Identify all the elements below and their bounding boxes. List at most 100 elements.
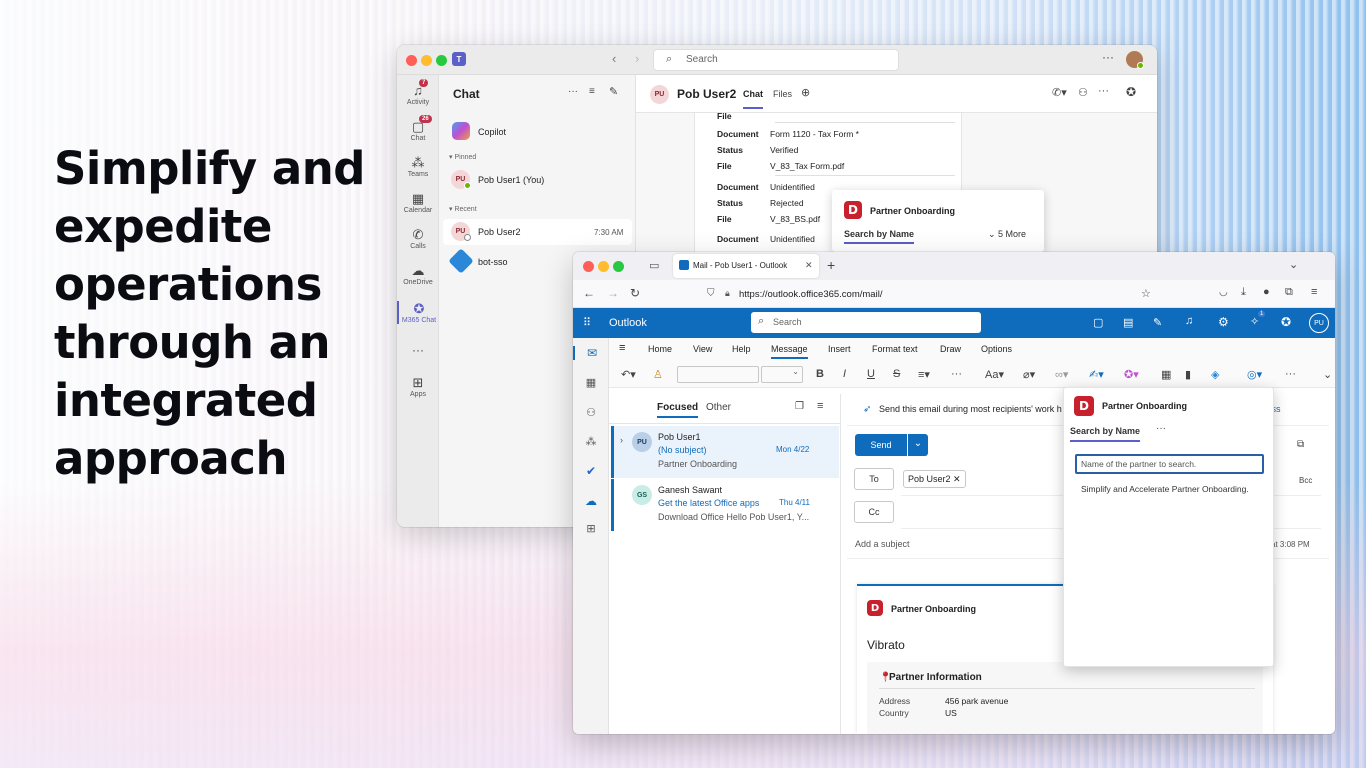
more-options-icon[interactable]: ··· <box>1098 85 1109 97</box>
remove-recipient-icon[interactable]: ✕ <box>953 474 961 484</box>
underline-icon[interactable]: U <box>867 368 875 380</box>
ribbon-tab-view[interactable]: View <box>693 344 712 354</box>
filter-icon[interactable]: ≡ <box>817 400 823 412</box>
ribbon-tab-draw[interactable]: Draw <box>940 344 961 354</box>
groups-icon[interactable]: ⁂ <box>573 435 609 448</box>
todo-check-icon[interactable]: ✔ <box>573 464 609 478</box>
browser-tab-outlook[interactable]: Mail - Pob User1 - Outlook ✕ <box>673 254 819 278</box>
link-icon[interactable]: ∞▾ <box>1055 368 1068 381</box>
send-button[interactable]: Send <box>855 434 907 456</box>
chevron-down-icon[interactable]: ⌄ <box>1289 258 1298 271</box>
undo-icon[interactable]: ↶▾ <box>621 368 636 381</box>
copilot-icon[interactable]: ✪▾ <box>1124 368 1139 381</box>
new-tab-icon[interactable]: + <box>827 257 835 273</box>
close-window-button[interactable] <box>583 261 594 272</box>
filter-icon[interactable]: ≡ <box>589 86 595 97</box>
word-icon[interactable]: ▤ <box>1123 316 1133 329</box>
teams-chat-icon[interactable]: ▢ <box>1093 316 1103 329</box>
tab-search-by-name[interactable]: Search by Name <box>844 229 915 244</box>
minimize-window-button[interactable] <box>598 261 609 272</box>
people-icon[interactable]: ⚇ <box>573 406 609 419</box>
bcc-button[interactable]: Bcc <box>1299 476 1312 485</box>
subject-input[interactable]: Add a subject <box>855 539 910 549</box>
copilot-icon[interactable]: ✪ <box>1281 315 1291 329</box>
calendar-icon[interactable]: ▦ <box>573 376 609 389</box>
chat-item-pob-user2[interactable]: PU Pob User2 7:30 AM <box>443 219 632 245</box>
people-icon[interactable]: ⚇ <box>1078 86 1088 99</box>
tab-other[interactable]: Other <box>706 402 731 413</box>
bookmark-star-icon[interactable]: ☆ <box>1141 287 1151 300</box>
partner-search-input[interactable]: Name of the partner to search. <box>1075 454 1264 474</box>
ribbon-tab-message[interactable]: Message <box>771 344 808 359</box>
download-icon[interactable]: ⤓ <box>1241 286 1246 299</box>
line-spacing-icon[interactable]: ≡▾ <box>918 368 930 381</box>
more-options-icon[interactable]: ··· <box>1102 50 1114 64</box>
outlook-search-input[interactable]: ⌕ Search <box>751 312 981 333</box>
tab-focused[interactable]: Focused <box>657 402 699 418</box>
ribbon-tab-help[interactable]: Help <box>732 344 751 354</box>
maximize-window-button[interactable] <box>436 55 447 66</box>
bell-icon[interactable]: ♫ <box>1185 315 1193 327</box>
teams-search-input[interactable]: ⌕ Search <box>653 49 899 71</box>
forward-arrow-icon[interactable]: → <box>607 286 619 300</box>
copilot-chat-item[interactable]: Copilot <box>443 119 632 145</box>
lightbulb-icon[interactable]: ✧ <box>1250 315 1259 328</box>
attach-icon[interactable]: ⌀▾ <box>1023 368 1035 381</box>
rail-teams[interactable]: ⁂ Teams <box>397 155 439 178</box>
extensions-icon[interactable]: ⧉ <box>1285 286 1293 299</box>
tab-chat[interactable]: Chat <box>743 89 763 109</box>
pop-out-icon[interactable]: ⧉ <box>1297 439 1304 450</box>
font-family-select[interactable] <box>677 366 759 383</box>
hamburger-menu-icon[interactable]: ≡ <box>619 342 625 354</box>
tab-overview-icon[interactable]: ▭ <box>649 259 659 272</box>
rail-onedrive[interactable]: ☁ OneDrive <box>397 263 439 286</box>
more-tabs-button[interactable]: ⌄ 5 More <box>988 229 1026 240</box>
back-arrow-icon[interactable]: ← <box>583 286 595 300</box>
more-apps-icon[interactable]: ··· <box>397 343 439 357</box>
mail-icon[interactable]: ✉ <box>573 346 609 360</box>
reload-icon[interactable]: ↻ <box>630 286 640 300</box>
add-tab-icon[interactable]: ⊕ <box>801 86 810 99</box>
send-options-chevron-icon[interactable]: ⌄ <box>908 434 928 456</box>
minimize-window-button[interactable] <box>421 55 432 66</box>
ribbon-tab-insert[interactable]: Insert <box>828 344 851 354</box>
ribbon-tab-options[interactable]: Options <box>981 344 1012 354</box>
addin-icon[interactable]: ◈ <box>1211 368 1219 381</box>
close-window-button[interactable] <box>406 55 417 66</box>
copilot-icon[interactable]: ✪ <box>1126 85 1136 99</box>
onedrive-cloud-icon[interactable]: ☁ <box>573 494 609 508</box>
to-button[interactable]: To <box>854 468 894 490</box>
strikethrough-icon[interactable]: S <box>893 368 900 380</box>
styles-icon[interactable]: Aa▾ <box>985 368 1004 381</box>
font-size-select[interactable]: ⌄ <box>761 366 803 383</box>
apps-grid-icon[interactable]: ⊞ <box>573 522 609 535</box>
menu-icon[interactable]: ≡ <box>1311 286 1317 298</box>
signature-icon[interactable]: ✍▾ <box>1089 368 1104 381</box>
new-chat-icon[interactable]: ✎ <box>609 85 618 98</box>
forward-arrow-icon[interactable]: › <box>635 51 639 66</box>
more-formatting-icon[interactable]: ··· <box>951 368 962 380</box>
rail-calendar[interactable]: ▦ Calendar <box>397 191 439 214</box>
chart-icon[interactable]: ▮ <box>1185 368 1191 381</box>
format-painter-icon[interactable]: ♙ <box>653 368 663 381</box>
mail-item[interactable]: GS Ganesh Sawant Get the latest Office a… <box>611 479 839 531</box>
rail-m365-chat[interactable]: ✪ M365 Chat <box>397 301 439 324</box>
chat-item-pob-user1[interactable]: PU Pob User1 (You) <box>443 167 632 193</box>
rail-apps[interactable]: ⊞ Apps <box>397 375 439 398</box>
account-icon[interactable]: ● <box>1263 286 1270 298</box>
chevron-down-icon[interactable]: ⌄ <box>1323 368 1332 381</box>
user-avatar[interactable]: PU <box>1309 313 1329 333</box>
tab-search-by-name[interactable]: Search by Name <box>1070 426 1141 442</box>
rail-activity[interactable]: ♫ 7 Activity <box>397 79 439 106</box>
viva-icon[interactable]: ◎▾ <box>1247 368 1262 381</box>
pocket-icon[interactable]: ◡ <box>1219 287 1228 298</box>
address-bar[interactable]: ⛉ 🔒︎ https://outlook.office365.com/mail/… <box>703 283 1159 305</box>
notes-icon[interactable]: ✎ <box>1153 316 1162 329</box>
bold-icon[interactable]: B <box>816 368 824 380</box>
close-tab-icon[interactable]: ✕ <box>805 260 813 271</box>
back-arrow-icon[interactable]: ‹ <box>612 51 616 66</box>
recipient-chip[interactable]: Pob User2 ✕ <box>903 470 966 488</box>
mail-item[interactable]: › PU Pob User1 (No subject) Mon 4/22 Par… <box>611 426 839 478</box>
ribbon-tab-format-text[interactable]: Format text <box>872 344 918 354</box>
maximize-window-button[interactable] <box>613 261 624 272</box>
